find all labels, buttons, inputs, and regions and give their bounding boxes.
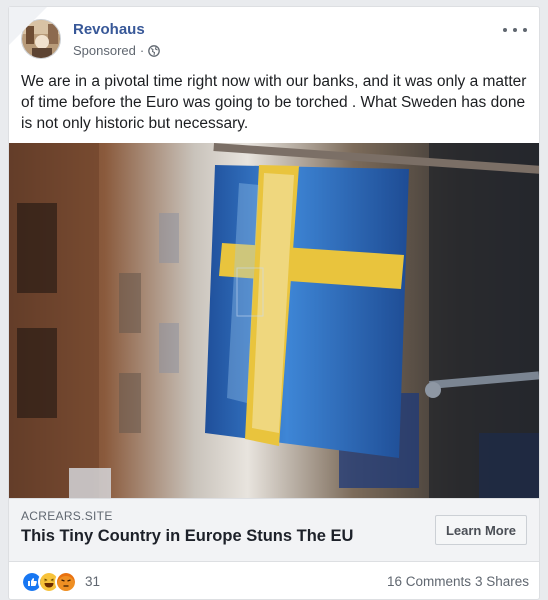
sponsored-label[interactable]: Sponsored [73, 43, 136, 58]
learn-more-button[interactable]: Learn More [435, 515, 527, 545]
angry-icon [55, 571, 77, 593]
page-name-link[interactable]: Revohaus [73, 21, 145, 38]
reactions-bar: 31 16 Comments 3 Shares [21, 569, 529, 593]
link-domain: ACREARS.SITE [21, 509, 113, 523]
reaction-icons[interactable] [21, 571, 77, 593]
reaction-count[interactable]: 31 [85, 574, 100, 589]
more-dot-icon [503, 28, 507, 32]
more-dot-icon [513, 28, 517, 32]
more-options-button[interactable] [503, 23, 527, 37]
corner-fold [9, 7, 47, 45]
sponsored-post-card: Revohaus Sponsored · We are in a pivotal… [8, 6, 540, 600]
link-preview-image[interactable] [9, 143, 539, 498]
comments-count[interactable]: 16 Comments [387, 574, 471, 589]
link-preview-footer[interactable]: ACREARS.SITE This Tiny Country in Europe… [9, 498, 539, 562]
swedish-flag-photo [9, 143, 539, 498]
more-dot-icon [523, 28, 527, 32]
globe-icon[interactable] [148, 44, 161, 57]
post-text: We are in a pivotal time right now with … [21, 73, 527, 132]
meta-separator: · [139, 43, 145, 58]
post-header: Revohaus Sponsored · [21, 19, 527, 63]
shares-count[interactable]: 3 Shares [475, 574, 529, 589]
post-meta: Sponsored · [73, 43, 161, 58]
link-title[interactable]: This Tiny Country in Europe Stuns The EU [21, 527, 353, 546]
